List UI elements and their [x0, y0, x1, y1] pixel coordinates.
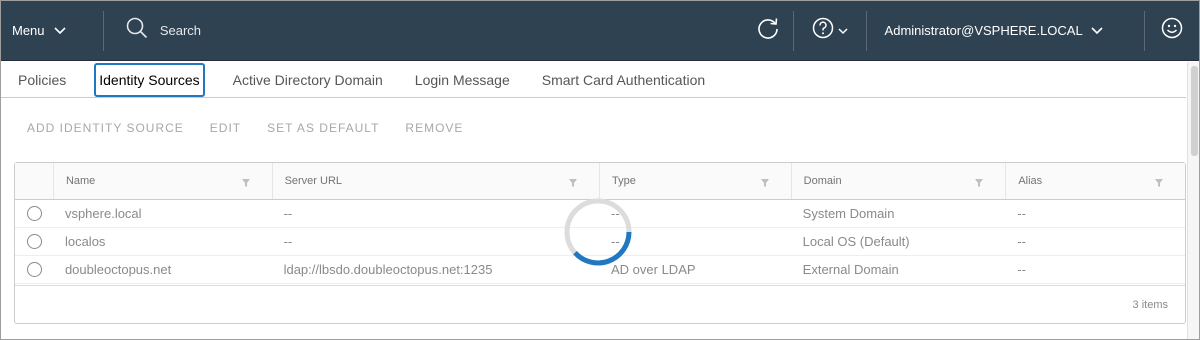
- row-select-cell: [15, 256, 53, 283]
- column-header-domain[interactable]: Domain: [790, 163, 1006, 199]
- add-identity-source-button[interactable]: ADD IDENTITY SOURCE: [14, 117, 197, 139]
- grid-footer: 3 items: [15, 285, 1185, 323]
- user-menu[interactable]: Administrator@VSPHERE.LOCAL: [867, 1, 1145, 60]
- set-as-default-button[interactable]: SET AS DEFAULT: [254, 117, 392, 139]
- help-button[interactable]: [794, 1, 866, 60]
- row-select-cell: [15, 200, 53, 227]
- grid-header: Name Server URL Type Domain Alias: [15, 163, 1185, 200]
- column-label: Type: [612, 175, 636, 187]
- column-header-alias[interactable]: Alias: [1005, 163, 1185, 199]
- column-header-type[interactable]: Type: [599, 163, 791, 199]
- tab-policies[interactable]: Policies: [0, 63, 82, 97]
- scrollbar-thumb[interactable]: [1191, 66, 1198, 156]
- search-box[interactable]: Search: [104, 1, 743, 60]
- filter-icon[interactable]: [241, 178, 250, 190]
- menu-label: Menu: [12, 23, 45, 38]
- help-icon: [812, 17, 834, 44]
- chevron-down-icon: [1091, 23, 1103, 38]
- search-icon: [126, 17, 148, 44]
- cell-name: doubleoctopus.net: [64, 262, 172, 277]
- column-header-server-url[interactable]: Server URL: [271, 163, 599, 199]
- cell-name: localos: [64, 234, 106, 249]
- chevron-down-icon: [838, 22, 848, 40]
- column-label: Domain: [803, 175, 842, 187]
- search-placeholder: Search: [159, 23, 202, 38]
- row-radio[interactable]: [27, 234, 42, 249]
- filter-icon[interactable]: [1155, 178, 1164, 190]
- tab-identity-sources[interactable]: Identity Sources: [94, 62, 205, 97]
- column-label: Server URL: [284, 175, 343, 187]
- cell-domain: Local OS (Default): [802, 234, 910, 249]
- column-header-name[interactable]: Name: [52, 163, 272, 199]
- smiley-icon: [1161, 17, 1183, 44]
- column-label: Name: [65, 175, 96, 187]
- item-count: 3 items: [1132, 298, 1168, 311]
- vertical-scrollbar[interactable]: [1187, 62, 1200, 340]
- cell-domain: External Domain: [802, 262, 899, 277]
- select-column-header: [15, 163, 53, 199]
- menu-button[interactable]: Menu: [1, 1, 103, 60]
- tab-active-directory-domain[interactable]: Active Directory Domain: [217, 63, 399, 97]
- cell-server-url: ldap://lbsdo.doubleoctopus.net:1235: [283, 262, 493, 277]
- remove-button[interactable]: REMOVE: [392, 117, 476, 139]
- cell-domain: System Domain: [802, 206, 895, 221]
- tab-smart-card-authentication[interactable]: Smart Card Authentication: [526, 63, 721, 97]
- filter-icon[interactable]: [760, 178, 769, 190]
- edit-button[interactable]: EDIT: [197, 117, 254, 139]
- row-radio[interactable]: [27, 206, 42, 221]
- row-radio[interactable]: [27, 262, 42, 277]
- loading-spinner-icon: [562, 196, 634, 268]
- top-header: Menu Search Administrator@VSPHERE.LOCAL: [0, 0, 1200, 61]
- cell-name: vsphere.local: [64, 206, 142, 221]
- refresh-icon: [756, 16, 780, 45]
- filter-icon[interactable]: [569, 178, 577, 190]
- user-label: Administrator@VSPHERE.LOCAL: [884, 23, 1083, 38]
- tab-bar: Policies Identity Sources Active Directo…: [0, 62, 1186, 98]
- cell-alias: --: [1017, 234, 1026, 249]
- feedback-button[interactable]: [1145, 1, 1199, 60]
- cell-server-url: --: [283, 234, 293, 249]
- cell-alias: --: [1017, 206, 1026, 221]
- cell-alias: --: [1017, 262, 1026, 277]
- cell-server-url: --: [283, 206, 293, 221]
- filter-icon[interactable]: [975, 178, 984, 190]
- tab-login-message[interactable]: Login Message: [399, 63, 526, 97]
- row-select-cell: [15, 228, 53, 255]
- refresh-button[interactable]: [743, 1, 793, 60]
- action-bar: ADD IDENTITY SOURCE EDIT SET AS DEFAULT …: [14, 117, 476, 139]
- chevron-down-icon: [53, 23, 66, 38]
- column-label: Alias: [1018, 175, 1043, 187]
